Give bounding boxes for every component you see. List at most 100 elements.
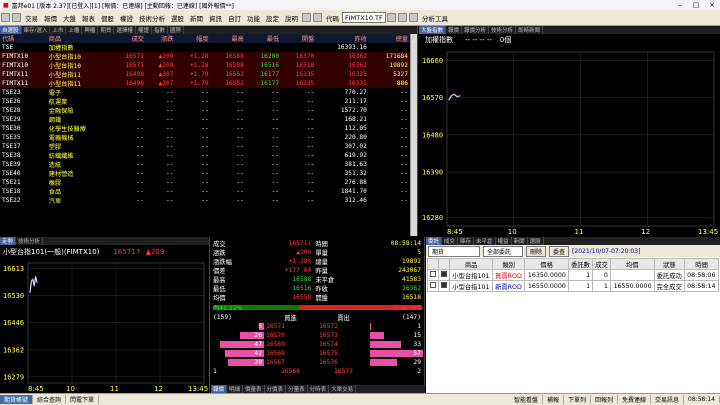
query-order-button[interactable]: 委查 (549, 245, 570, 257)
tab-live-news[interactable]: 即時新聞 (516, 26, 544, 34)
book-row[interactable]: 42 16568 16575 57 (211, 349, 423, 358)
tab-warrants[interactable]: 權證 (136, 26, 152, 34)
tab-news[interactable]: 新聞 (512, 237, 528, 245)
home-icon[interactable] (1, 13, 10, 22)
tab-orders[interactable]: 委託 (426, 237, 443, 245)
order-filter-select[interactable]: 全部委託 (483, 245, 523, 257)
order-detail-icon[interactable] (441, 282, 448, 288)
back-icon[interactable] (12, 13, 21, 22)
quote-row[interactable]: TSE 加權指數 16393.16 (0, 43, 410, 52)
order-col[interactable] (438, 258, 451, 270)
tab-otc[interactable]: 上櫃 (66, 26, 83, 34)
refresh-icon[interactable] (302, 13, 311, 22)
tab-futures[interactable]: 期貨 (98, 26, 115, 34)
status-connect[interactable]: 免費連線 (618, 395, 652, 404)
menu-market[interactable]: 大盤 (60, 13, 79, 23)
menu-custom[interactable]: 自訂 (225, 13, 244, 23)
menu-technical[interactable]: 技術分析 (136, 13, 168, 23)
analysis-tools[interactable]: 分析工具 (419, 13, 451, 23)
order-col[interactable]: 時間 (684, 258, 719, 270)
book-row[interactable]: 5 16571 16572 1 (211, 322, 423, 331)
menu-trade[interactable]: 交易 (22, 13, 41, 23)
col-name[interactable]: 商品 (46, 34, 111, 43)
menu-info[interactable]: 資訊 (206, 13, 225, 23)
menu-stock[interactable]: 個股 (98, 13, 117, 23)
tab-holdings[interactable]: 庫存 (458, 237, 475, 245)
order-detail-icon[interactable] (441, 271, 448, 277)
tab-quote-analysis[interactable]: 報價分析 (462, 26, 490, 34)
col-open[interactable]: 開盤 (281, 34, 317, 43)
tab-intl[interactable]: 國際 (168, 26, 184, 34)
code-input[interactable]: FIMTX10.TF (342, 12, 386, 23)
order-row[interactable]: 小型台指101 新賣ROD 16550.0000 1 1 16550.0000 完全成交 08… (426, 280, 719, 292)
book-row[interactable]: 47 16569 16574 33 (211, 340, 423, 349)
col-code[interactable]: 代碼 (0, 34, 47, 43)
book-row[interactable]: 39 16567 16576 29 (211, 358, 423, 367)
maximize-button[interactable]: □ (688, 1, 704, 9)
quote-row[interactable]: FIMTX10 小型台指10 16571 ▲209 +1.28 16588 16516 165… (0, 61, 410, 70)
quote-row[interactable]: TSE21 橡膠 -- -- -- -- -- -- 276.88 -- (0, 178, 410, 187)
tab-bottom-price[interactable]: 分價表 (265, 385, 287, 393)
settings-icon[interactable] (409, 13, 418, 22)
menu-screener[interactable]: 選股 (168, 13, 187, 23)
col-last[interactable]: 成交 (110, 34, 146, 43)
tab-listed[interactable]: 上市 (50, 26, 67, 34)
quote-row[interactable]: FIMTX10 小型台指10 16571 ▲209 +1.28 16588 16200 163… (0, 52, 410, 61)
quote-row[interactable]: TSE35 電機機械 -- -- -- -- -- -- 220.80 -- (0, 133, 410, 142)
trend-chart[interactable]: 16613 16530 16446 16362 16279 8:45 10 11 12 13:45 (0, 259, 210, 393)
tab-screen[interactable]: 選股 (528, 237, 544, 245)
order-col[interactable]: 均價 (609, 258, 655, 270)
search-icon[interactable] (387, 13, 396, 22)
menu-help[interactable]: 說明 (282, 13, 301, 23)
menu-report[interactable]: 報表 (79, 13, 98, 23)
col-high[interactable]: 最高 (210, 34, 246, 43)
lock-icon[interactable] (313, 13, 322, 22)
col-change[interactable]: 漲跌 (146, 34, 176, 43)
order-col[interactable]: 商品 (449, 258, 494, 270)
tab-index-quote[interactable]: 報價 (446, 26, 463, 34)
menu-quote[interactable]: 報價 (41, 13, 60, 23)
quote-row[interactable]: TSE29 鋼鐵 -- -- -- -- -- -- 168.21 -- (0, 115, 410, 124)
order-col[interactable]: 成交 (592, 258, 611, 270)
tab-fills[interactable]: 成交 (442, 237, 459, 245)
quote-row[interactable]: TSE23 電子 -- -- -- -- -- -- 770.27 -- (0, 88, 410, 97)
order-cell[interactable] (426, 280, 440, 292)
menu-function[interactable]: 功能 (244, 13, 263, 23)
quote-row[interactable]: TSE22 汽車 -- -- -- -- -- -- 312.46 -- (0, 196, 410, 205)
status-report-bar[interactable]: 回報列 (591, 395, 619, 404)
col-low[interactable]: 最低 (245, 34, 282, 43)
quote-row[interactable]: TSE26 航運業 -- -- -- -- -- -- 211.17 -- (0, 97, 410, 106)
status-futures-account[interactable]: 期貨帳號 (0, 395, 34, 404)
tab-emerging[interactable]: 興櫃 (82, 26, 99, 34)
menu-warrant[interactable]: 權證 (117, 13, 136, 23)
order-col[interactable]: 委託數 (567, 258, 594, 270)
close-button[interactable]: × (704, 1, 720, 9)
status-trade-msg[interactable]: 交易訊息 (651, 395, 685, 404)
tab-bottom-vol[interactable]: 分量表 (286, 385, 308, 393)
tab-bottom-pricevol[interactable]: 價量表 (243, 385, 265, 393)
order-checkbox[interactable] (430, 282, 436, 288)
quote-row[interactable]: TSE18 食品 -- -- -- -- -- -- 1841.70 -- (0, 187, 410, 196)
tab-options[interactable]: 選擇權 (114, 26, 136, 34)
quote-row[interactable]: FIMTX11 小型台指11 16498 ▲307 +1.79 16552 16177 163… (0, 70, 410, 79)
minimize-button[interactable]: – (672, 1, 688, 9)
tab-bottom-bigorder[interactable]: 大單交易 (329, 385, 357, 393)
tab-inventory[interactable]: 庫存/選入 (22, 26, 51, 34)
menu-settings[interactable]: 設定 (263, 13, 282, 23)
status-query[interactable]: 綜合查詢 (33, 395, 67, 404)
tab-open-interest[interactable]: 未平倉 (474, 237, 496, 245)
tab-bottom-detail[interactable]: 明細 (227, 385, 244, 393)
quote-row[interactable]: TSE40 建材營造 -- -- -- -- -- -- 351.32 -- (0, 169, 410, 178)
quote-scrollbar[interactable] (410, 34, 417, 236)
order-col[interactable]: 狀態 (653, 258, 686, 270)
tab-market-index[interactable]: 大盤指數 (419, 26, 447, 34)
order-col[interactable]: 價格 (524, 258, 569, 270)
tab-trend[interactable]: 走勢 (0, 237, 17, 245)
tab-index-technical[interactable]: 技術分析 (489, 26, 517, 34)
book-row[interactable]: 26 16570 16573 15 (211, 331, 423, 340)
col-pct[interactable]: 幅度 (175, 34, 211, 43)
tab-bottom-time[interactable]: 分時表 (308, 385, 330, 393)
order-cell[interactable] (426, 269, 440, 281)
order-checkbox[interactable] (430, 271, 436, 277)
chart-icon[interactable] (398, 13, 407, 22)
